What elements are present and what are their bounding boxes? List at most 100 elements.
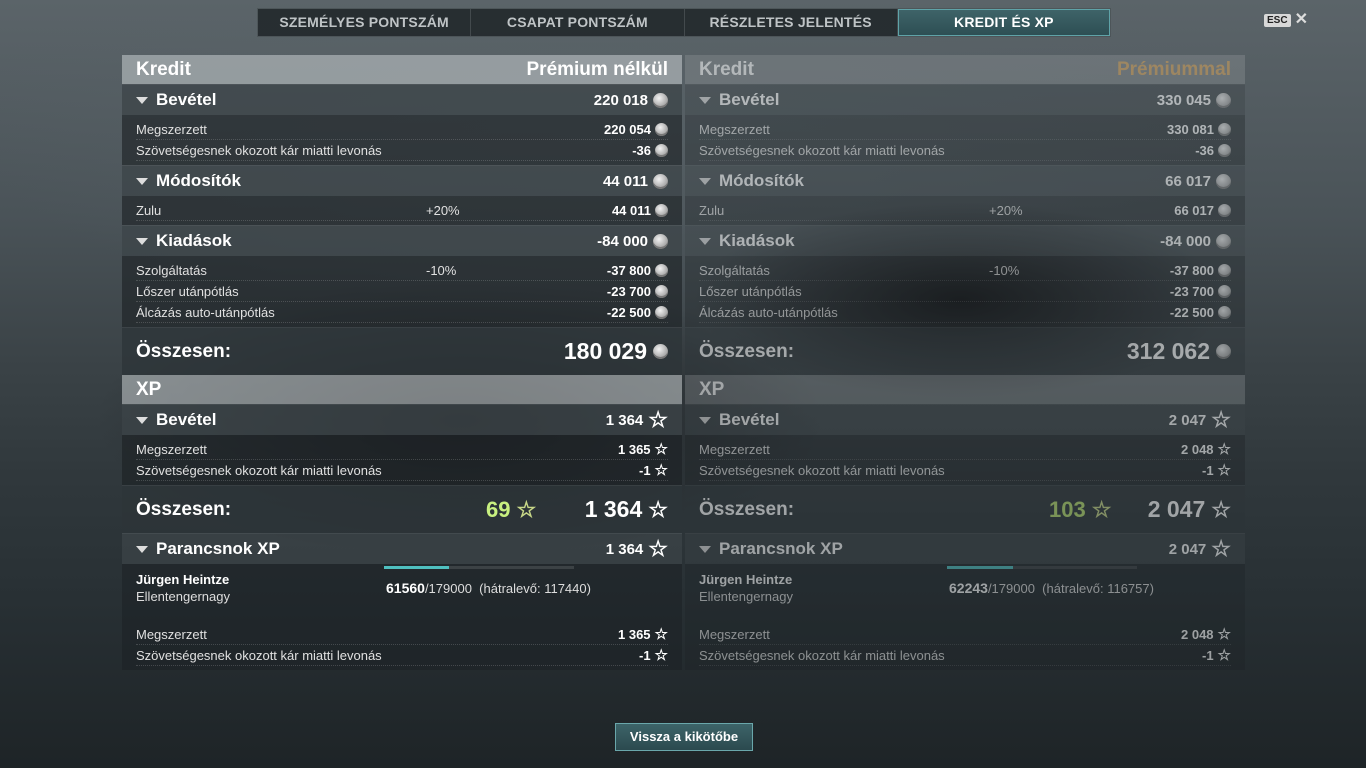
section-value: 2 047 <box>1168 411 1207 429</box>
credit-total: Összesen: 180 029 <box>122 327 682 375</box>
xp-income-section[interactable]: Bevétel 1 364 ☆ <box>122 404 682 435</box>
commander-info: Jürgen Heintze Ellentengernagy 61560/179… <box>122 564 682 620</box>
star-icon: ☆ <box>654 440 668 458</box>
modifiers-section[interactable]: Módosítók 44 011 <box>122 165 682 196</box>
tab-credit-xp[interactable]: KREDIT ÉS XP <box>897 9 1110 36</box>
list-item: Szövetségesnek okozott kár miatti levoná… <box>136 140 668 161</box>
credit-income-items: Megszerzett 220 054 Szövetségesnek okozot… <box>122 115 682 165</box>
tab-personal-score[interactable]: SZEMÉLYES PONTSZÁM <box>258 9 472 36</box>
commander-xp-section[interactable]: Parancsnok XP 2 047 ☆ <box>685 533 1245 564</box>
triangle-down-icon <box>136 96 148 104</box>
coin-icon <box>1216 344 1231 359</box>
commander-info: Jürgen Heintze Ellentengernagy 62243/179… <box>685 564 1245 620</box>
triangle-down-icon <box>136 177 148 185</box>
coin-icon <box>1218 305 1231 319</box>
list-item: Álcázás auto-utánpótlás -22 500 <box>136 302 668 323</box>
coin-icon <box>653 92 668 108</box>
xp-header: XP <box>685 375 1245 404</box>
coin-icon <box>655 284 668 298</box>
section-label: Módosítók <box>156 171 241 190</box>
commander-xp-section[interactable]: Parancsnok XP 1 364 ☆ <box>122 533 682 564</box>
section-value: -84 000 <box>1160 232 1211 250</box>
star-icon: ☆ <box>1211 536 1231 561</box>
panel-with-premium: Kredit Prémiummal Bevétel 330 045 Megsze… <box>685 55 1245 670</box>
section-label: Módosítók <box>719 171 804 190</box>
xp-income-section[interactable]: Bevétel 2 047 ☆ <box>685 404 1245 435</box>
credit-title: Kredit <box>136 58 191 80</box>
commander-xp-text: 62243/179000 (hátralevő: 116757) <box>949 580 1154 596</box>
coin-icon <box>653 173 668 189</box>
list-item: Megszerzett 220 054 <box>136 119 668 140</box>
coin-icon <box>655 203 668 217</box>
section-value: -84 000 <box>597 232 648 250</box>
triangle-down-icon <box>699 237 711 245</box>
section-label: Bevétel <box>719 410 780 429</box>
close-control[interactable]: ESC ✕ <box>1264 12 1308 28</box>
section-value: 1 364 <box>605 411 644 429</box>
list-item: Lőszer utánpótlás -23 700 <box>699 281 1231 302</box>
coin-icon <box>655 263 668 277</box>
coin-icon <box>655 122 668 136</box>
section-label: Bevétel <box>719 90 780 109</box>
list-item: Zulu +20% 66 017 <box>699 200 1231 221</box>
triangle-down-icon <box>699 96 711 104</box>
section-label: Bevétel <box>156 410 217 429</box>
star-icon: ☆ <box>648 407 668 432</box>
close-icon[interactable]: ✕ <box>1295 12 1308 28</box>
tab-team-score[interactable]: CSAPAT PONTSZÁM <box>471 9 685 36</box>
commander-xp-progress <box>947 566 1137 569</box>
credit-total: Összesen: 312 062 <box>685 327 1245 375</box>
list-item: Szolgáltatás -10% -37 800 <box>699 260 1231 281</box>
star-icon: ☆ <box>1217 646 1231 664</box>
credit-header: Kredit Prémium nélkül <box>122 55 682 84</box>
xp-total: Összesen: 103 ☆ 2 047 ☆ <box>685 485 1245 533</box>
expenses-section[interactable]: Kiadások -84 000 <box>122 225 682 256</box>
section-label: Kiadások <box>156 231 232 250</box>
tab-detailed-report[interactable]: RÉSZLETES JELENTÉS <box>685 9 898 36</box>
triangle-down-icon <box>699 545 711 553</box>
section-value: 1 364 <box>605 540 644 558</box>
xp-header: XP <box>122 375 682 404</box>
list-item: Szövetségesnek okozott kár miatti levoná… <box>699 460 1231 481</box>
coin-icon <box>1218 122 1231 136</box>
credit-header: Kredit Prémiummal <box>685 55 1245 84</box>
expenses-section[interactable]: Kiadások -84 000 <box>685 225 1245 256</box>
star-icon: ☆ <box>654 461 668 479</box>
commander-xp-progress <box>384 566 574 569</box>
list-item: Szövetségesnek okozott kár miatti levoná… <box>699 645 1231 666</box>
coin-icon <box>655 143 668 157</box>
credit-income-items: Megszerzett 330 081 Szövetségesnek okozot… <box>685 115 1245 165</box>
modifier-items: Zulu +20% 44 011 <box>122 196 682 225</box>
section-value: 66 017 <box>1165 172 1211 190</box>
coin-icon <box>1218 143 1231 157</box>
list-item: Álcázás auto-utánpótlás -22 500 <box>699 302 1231 323</box>
commander-xp-text: 61560/179000 (hátralevő: 117440) <box>386 580 591 596</box>
list-item: Zulu +20% 44 011 <box>136 200 668 221</box>
star-icon: ☆ <box>1091 496 1112 522</box>
credit-income-section[interactable]: Bevétel 330 045 <box>685 84 1245 115</box>
list-item: Lőszer utánpótlás -23 700 <box>136 281 668 302</box>
section-value: 2 047 <box>1168 540 1207 558</box>
xp-title: XP <box>136 378 162 400</box>
triangle-down-icon <box>136 545 148 553</box>
section-label: Parancsnok XP <box>719 539 843 558</box>
coin-icon <box>1216 233 1231 249</box>
star-icon: ☆ <box>1217 440 1231 458</box>
coin-icon <box>1216 173 1231 189</box>
modifier-items: Zulu +20% 66 017 <box>685 196 1245 225</box>
coin-icon <box>653 233 668 249</box>
section-label: Parancsnok XP <box>156 539 280 558</box>
credit-income-section[interactable]: Bevétel 220 018 <box>122 84 682 115</box>
list-item: Szolgáltatás -10% -37 800 <box>136 260 668 281</box>
section-label: Kiadások <box>719 231 795 250</box>
section-value: 330 045 <box>1156 91 1211 109</box>
section-label: Bevétel <box>156 90 217 109</box>
result-tabs: SZEMÉLYES PONTSZÁM CSAPAT PONTSZÁM RÉSZL… <box>257 8 1111 37</box>
coin-icon <box>653 344 668 359</box>
back-to-port-button[interactable]: Vissza a kikötőbe <box>615 723 753 751</box>
star-icon: ☆ <box>654 625 668 643</box>
triangle-down-icon <box>136 237 148 245</box>
star-icon: ☆ <box>654 646 668 664</box>
xp-total: Összesen: 69 ☆ 1 364 ☆ <box>122 485 682 533</box>
modifiers-section[interactable]: Módosítók 66 017 <box>685 165 1245 196</box>
